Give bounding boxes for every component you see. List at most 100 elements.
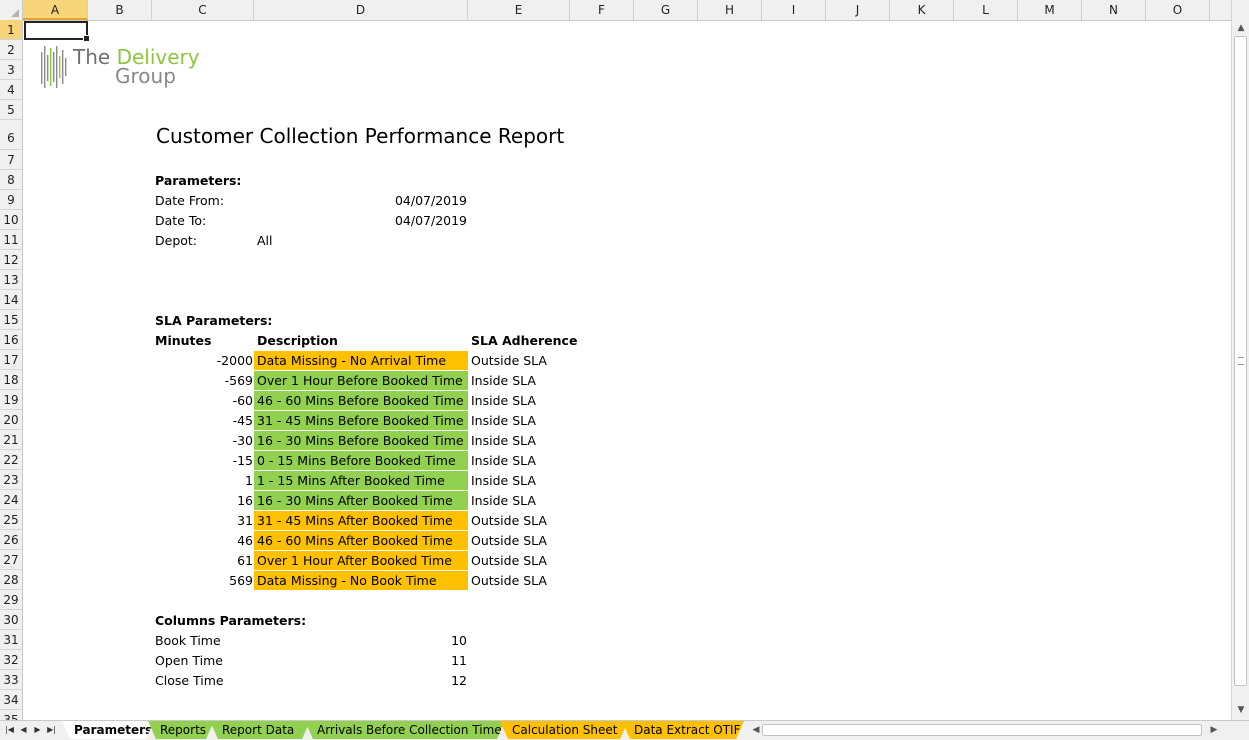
sla-description-cell[interactable]: 46 - 60 Mins After Booked Time [254,531,468,551]
row-header-14[interactable]: 14 [0,290,22,310]
row-header-10[interactable]: 10 [0,210,22,230]
row-header-25[interactable]: 25 [0,510,22,530]
sla-description-cell[interactable]: 1 - 15 Mins After Booked Time [254,471,468,491]
prev-sheet-icon[interactable]: ◀ [18,723,29,737]
row-header-7[interactable]: 7 [0,150,22,170]
scroll-up-icon[interactable]: ▲ [1233,20,1249,36]
row-header-16[interactable]: 16 [0,330,22,350]
sla-minutes-cell[interactable]: 569 [153,571,253,591]
column-header-f[interactable]: F [570,0,634,20]
sla-adherence-cell[interactable]: Outside SLA [471,571,547,591]
column-header-c[interactable]: C [152,0,254,20]
row-header-11[interactable]: 11 [0,230,22,250]
sla-description-cell[interactable]: 46 - 60 Mins Before Booked Time [254,391,468,411]
sla-description-cell[interactable]: Data Missing - No Arrival Time [254,351,468,371]
row-header-33[interactable]: 33 [0,670,22,690]
row-header-26[interactable]: 26 [0,530,22,550]
column-header-m[interactable]: M [1018,0,1082,20]
row-header-9[interactable]: 9 [0,190,22,210]
sheet-tab-arrivals-before-collection-time[interactable]: Arrivals Before Collection Time [305,721,505,739]
row-header-6[interactable]: 6 [0,120,22,150]
column-header-h[interactable]: H [698,0,762,20]
row-header-1[interactable]: 1 [0,20,22,40]
sla-description-cell[interactable]: 16 - 30 Mins After Booked Time [254,491,468,511]
sla-adherence-cell[interactable]: Inside SLA [471,371,536,391]
sla-minutes-cell[interactable]: 46 [153,531,253,551]
sla-minutes-cell[interactable]: -569 [153,371,253,391]
column-header-d[interactable]: D [254,0,468,20]
sla-adherence-cell[interactable]: Outside SLA [471,551,547,571]
sheet-tab-data-extract-otif[interactable]: Data Extract OTIF [622,721,744,739]
sla-description-cell[interactable]: 31 - 45 Mins After Booked Time [254,511,468,531]
row-header-21[interactable]: 21 [0,430,22,450]
column-header-i[interactable]: I [762,0,826,20]
active-cell-a1[interactable] [24,21,90,42]
row-header-8[interactable]: 8 [0,170,22,190]
sla-minutes-cell[interactable]: 16 [153,491,253,511]
column-parameter-label[interactable]: Open Time [155,651,223,671]
row-header-29[interactable]: 29 [0,590,22,610]
sla-minutes-cell[interactable]: -60 [153,391,253,411]
row-header-18[interactable]: 18 [0,370,22,390]
scroll-right-icon[interactable]: ▶ [1206,722,1222,738]
sheet-tab-report-data[interactable]: Report Data [210,721,310,739]
column-parameter-value[interactable]: 10 [255,631,467,651]
sla-adherence-cell[interactable]: Inside SLA [471,411,536,431]
row-header-22[interactable]: 22 [0,450,22,470]
worksheet-grid[interactable]: The Delivery Group Customer Collection P… [23,21,1231,720]
column-parameter-value[interactable]: 12 [255,671,467,691]
sla-minutes-cell[interactable]: 1 [153,471,253,491]
sheet-tab-parameters[interactable]: Parameters [62,721,154,739]
horizontal-scroll-thumb[interactable] [762,724,1202,736]
sla-minutes-cell[interactable]: -45 [153,411,253,431]
row-header-31[interactable]: 31 [0,630,22,650]
sheet-tab-calculation-sheet[interactable]: Calculation Sheet [500,721,628,739]
sheet-tab-reports[interactable]: Reports [148,721,214,739]
sla-minutes-cell[interactable]: 61 [153,551,253,571]
sla-description-cell[interactable]: Over 1 Hour After Booked Time [254,551,468,571]
row-header-28[interactable]: 28 [0,570,22,590]
sla-description-cell[interactable]: 16 - 30 Mins Before Booked Time [254,431,468,451]
row-header-27[interactable]: 27 [0,550,22,570]
row-header-5[interactable]: 5 [0,100,22,120]
scroll-down-icon[interactable]: ▼ [1233,702,1249,718]
row-header-20[interactable]: 20 [0,410,22,430]
sla-description-cell[interactable]: Data Missing - No Book Time [254,571,468,591]
next-sheet-icon[interactable]: ▶ [32,723,43,737]
column-header-a[interactable]: A [23,0,88,20]
sla-minutes-cell[interactable]: -30 [153,431,253,451]
sla-description-cell[interactable]: 0 - 15 Mins Before Booked Time [254,451,468,471]
column-header-j[interactable]: J [826,0,890,20]
column-header-l[interactable]: L [954,0,1018,20]
column-header-k[interactable]: K [890,0,954,20]
select-all-corner[interactable] [0,0,23,20]
row-header-34[interactable]: 34 [0,690,22,710]
row-header-17[interactable]: 17 [0,350,22,370]
column-header-n[interactable]: N [1082,0,1146,20]
sla-description-cell[interactable]: Over 1 Hour Before Booked Time [254,371,468,391]
horizontal-scrollbar[interactable]: ◀ ▶ [748,723,1224,738]
row-header-4[interactable]: 4 [0,80,22,100]
sla-adherence-cell[interactable]: Outside SLA [471,531,547,551]
row-header-23[interactable]: 23 [0,470,22,490]
row-header-24[interactable]: 24 [0,490,22,510]
column-parameter-label[interactable]: Book Time [155,631,221,651]
sla-minutes-cell[interactable]: -2000 [153,351,253,371]
row-header-32[interactable]: 32 [0,650,22,670]
first-sheet-icon[interactable]: |◀ [4,723,15,737]
sla-adherence-cell[interactable]: Outside SLA [471,351,547,371]
row-header-19[interactable]: 19 [0,390,22,410]
row-header-35[interactable]: 35 [0,710,22,720]
column-parameter-label[interactable]: Close Time [155,671,224,691]
vertical-scroll-thumb[interactable] [1234,36,1247,686]
sla-description-cell[interactable]: 31 - 45 Mins Before Booked Time [254,411,468,431]
row-header-30[interactable]: 30 [0,610,22,630]
row-header-12[interactable]: 12 [0,250,22,270]
sla-adherence-cell[interactable]: Inside SLA [471,491,536,511]
sla-adherence-cell[interactable]: Inside SLA [471,471,536,491]
column-parameter-value[interactable]: 11 [255,651,467,671]
column-header-b[interactable]: B [88,0,152,20]
row-header-15[interactable]: 15 [0,310,22,330]
column-header-g[interactable]: G [634,0,698,20]
row-header-3[interactable]: 3 [0,60,22,80]
